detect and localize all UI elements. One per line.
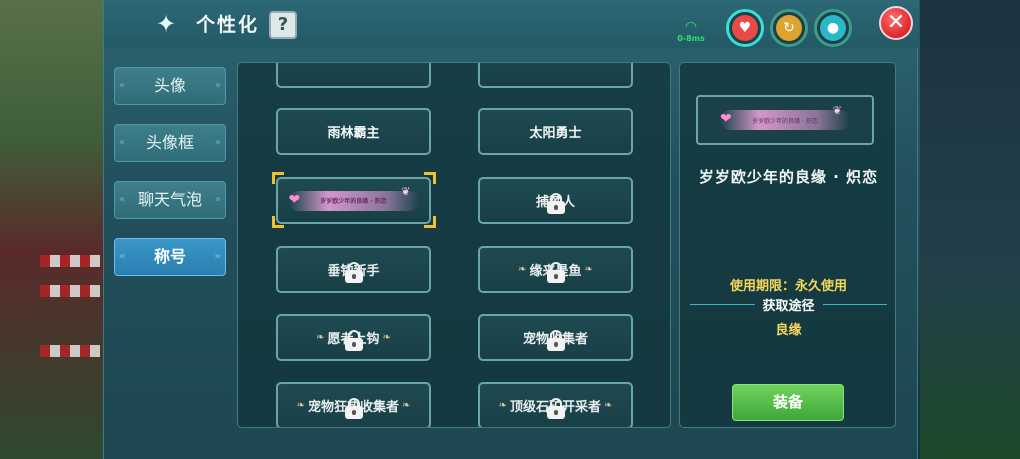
lock-icon — [344, 329, 363, 351]
health-status[interactable]: ♥ — [726, 9, 764, 47]
leaf-icon: ❧ — [498, 400, 507, 411]
title-detail-panel: ❤ 岁岁欧少年的良缘 · 炽恋 ❦ 岁岁欧少年的良缘 · 炽恋 使用期限：永久使… — [679, 62, 896, 428]
water-status[interactable]: ● — [814, 9, 852, 47]
tab-avatar-frame[interactable]: « 头像框 » — [114, 124, 226, 162]
heart-icon: ♥ — [732, 15, 758, 41]
leaf-icon: ❧ — [316, 332, 325, 343]
tab-label: 头像 — [153, 76, 186, 95]
love-title-banner: ❤ 岁岁欧少年的良缘 · 炽恋 ❦ — [720, 104, 850, 130]
help-button[interactable]: ? — [269, 11, 297, 39]
chevron-right-icon: » — [214, 194, 221, 205]
title-card[interactable]: ❧ 顶级石矿开采者 ❧ — [478, 382, 633, 427]
lock-icon — [546, 261, 565, 283]
title-card[interactable]: ❧ 缘来是鱼 ❧ — [478, 246, 633, 293]
close-button[interactable]: ✕ — [879, 6, 913, 40]
obtain-source: 良缘 — [775, 323, 802, 338]
leaf-icon: ❧ — [382, 332, 391, 343]
leaf-icon: ❧ — [518, 264, 527, 275]
tab-label: 聊天气泡 — [137, 190, 202, 209]
title-card[interactable]: 垂钓新手 — [276, 246, 431, 293]
chevron-right-icon: » — [214, 251, 221, 262]
tab-label: 称号 — [153, 247, 186, 266]
title-card[interactable] — [478, 63, 633, 88]
lock-icon — [546, 192, 565, 214]
chevron-right-icon: » — [214, 80, 221, 91]
striped-block — [40, 255, 100, 267]
leaf-icon: ❧ — [604, 400, 613, 411]
usage-period: 使用期限：永久使用 — [729, 279, 847, 294]
tab-label: 头像框 — [145, 133, 194, 152]
selected-title-name: 岁岁欧少年的良缘 · 炽恋 — [698, 168, 879, 186]
tab-chat-bubble[interactable]: « 聊天气泡 » — [114, 181, 226, 219]
network-indicator: ◠ 0-8ms — [676, 20, 706, 48]
stamina-icon: ↻ — [776, 15, 802, 41]
equip-button[interactable]: 装备 — [732, 384, 844, 421]
love-title-banner: ❤ 岁岁欧少年的良缘 · 炽恋 ❦ — [288, 185, 419, 211]
title-grid[interactable]: 雨林霸主 太阳勇士 ❤ 岁岁欧少年的良缘 · 炽恋 ❦ 捕梦人 垂钓新手 ❧ — [237, 62, 671, 428]
star-badge-icon: ✦ — [155, 10, 177, 38]
hearts-icon: ❤ — [288, 191, 301, 208]
title-card[interactable]: 雨林霸主 — [276, 108, 431, 155]
leaf-icon: ❧ — [296, 400, 305, 411]
title-card[interactable]: 捕梦人 — [478, 177, 633, 224]
title-card-selected[interactable]: ❤ 岁岁欧少年的良缘 · 炽恋 ❦ — [276, 177, 431, 224]
chevron-left-icon: « — [119, 80, 126, 91]
ping-text: 0-8ms — [677, 34, 705, 43]
lock-icon — [546, 329, 565, 351]
obtain-divider: 获取途径 — [690, 295, 888, 314]
personalization-panel: ✦ 个性化 ? ◠ 0-8ms ♥ ↻ ● ✕ « 头像 » « 头像框 » «… — [103, 0, 919, 459]
chevron-left-icon: « — [119, 194, 126, 205]
water-drop-icon: ● — [820, 15, 846, 41]
title-card[interactable]: ❧ 愿者上钩 ❧ — [276, 314, 431, 361]
tab-avatar[interactable]: « 头像 » — [114, 67, 226, 105]
chevron-left-icon: « — [119, 137, 126, 148]
title-card[interactable] — [276, 63, 431, 88]
chevron-right-icon: » — [214, 137, 221, 148]
chevron-left-icon: « — [119, 251, 126, 262]
wifi-icon: ◠ — [684, 19, 698, 35]
banner-text: 岁岁欧少年的良缘 · 炽恋 — [752, 117, 818, 125]
lock-icon — [344, 397, 363, 419]
top-bar: ✦ 个性化 ? ◠ 0-8ms ♥ ↻ ● ✕ — [104, 0, 919, 48]
striped-block — [40, 345, 100, 357]
leaf-icon: ❧ — [402, 400, 411, 411]
title-preview: ❤ 岁岁欧少年的良缘 · 炽恋 ❦ — [696, 95, 874, 145]
banner-text: 岁岁欧少年的良缘 · 炽恋 — [320, 198, 387, 205]
lock-icon — [546, 397, 565, 419]
leaf-icon: ❧ — [584, 264, 593, 275]
butterfly-icon: ❦ — [401, 184, 411, 198]
lock-icon — [344, 261, 363, 283]
tab-title[interactable]: « 称号 » — [114, 238, 226, 276]
game-world-right — [920, 0, 1020, 459]
stamina-status[interactable]: ↻ — [770, 9, 808, 47]
butterfly-icon: ❦ — [832, 104, 842, 117]
title-card[interactable]: 太阳勇士 — [478, 108, 633, 155]
striped-block — [40, 285, 100, 297]
page-title: 个性化 — [196, 14, 260, 36]
hearts-icon: ❤ — [720, 111, 732, 127]
game-world-left — [0, 0, 105, 459]
title-card[interactable]: 宠物收集者 — [478, 314, 633, 361]
obtain-label: 获取途径 — [762, 298, 815, 314]
title-card[interactable]: ❧ 宠物狂热收集者 ❧ — [276, 382, 431, 427]
